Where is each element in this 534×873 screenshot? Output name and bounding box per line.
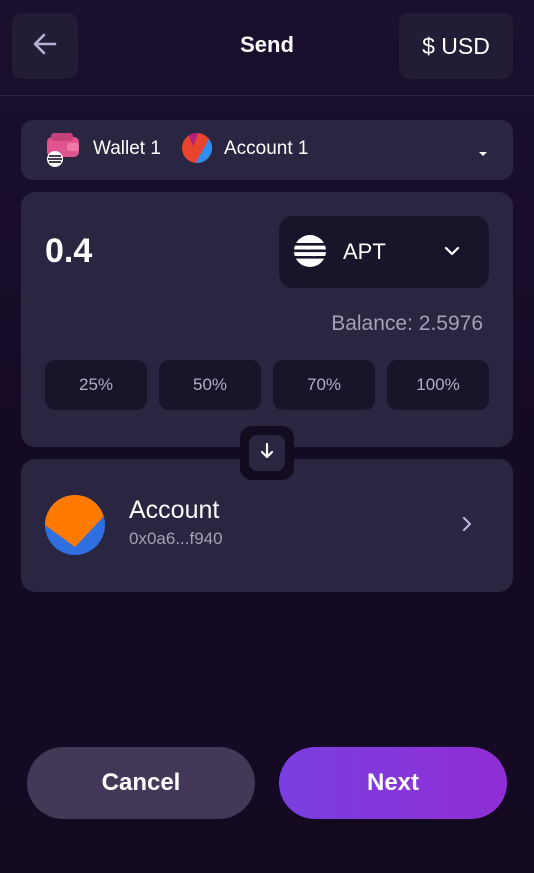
percent-70-button[interactable]: 70% [273,360,375,410]
arrow-down-icon [259,442,275,465]
direction-button-inner [249,435,285,471]
cancel-button[interactable]: Cancel [27,747,255,819]
recipient-avatar [45,495,105,555]
wallet-icon [45,133,81,167]
amount-input[interactable]: 0.4 [45,232,92,271]
token-selector[interactable]: APT [279,216,489,288]
send-page: Send $ USD Wallet 1 Account 1 0.4 APT Ba… [0,0,534,873]
balance-text: Balance: 2.5976 [331,312,483,335]
amount-card: 0.4 APT Balance: 2.5976 25% 50% 70% 100% [21,192,513,447]
recipient-name: Account [129,496,220,524]
account-avatar-icon [181,132,213,164]
caret-down-icon [477,145,489,163]
percent-100-button[interactable]: 100% [387,360,489,410]
aptos-icon [293,234,327,268]
header: Send $ USD [0,0,534,96]
wallet-account-selector[interactable]: Wallet 1 Account 1 [21,120,513,180]
chevron-down-icon [443,244,461,262]
chevron-right-icon [461,515,473,538]
recipient-address: 0x0a6...f940 [129,529,223,548]
token-symbol: APT [343,239,386,264]
next-button[interactable]: Next [279,747,507,819]
percent-50-button[interactable]: 50% [159,360,261,410]
percent-25-button[interactable]: 25% [45,360,147,410]
account-label: Account 1 [224,138,309,159]
currency-toggle-button[interactable]: $ USD [399,13,513,79]
wallet-label: Wallet 1 [93,138,161,159]
direction-button[interactable] [240,426,294,480]
